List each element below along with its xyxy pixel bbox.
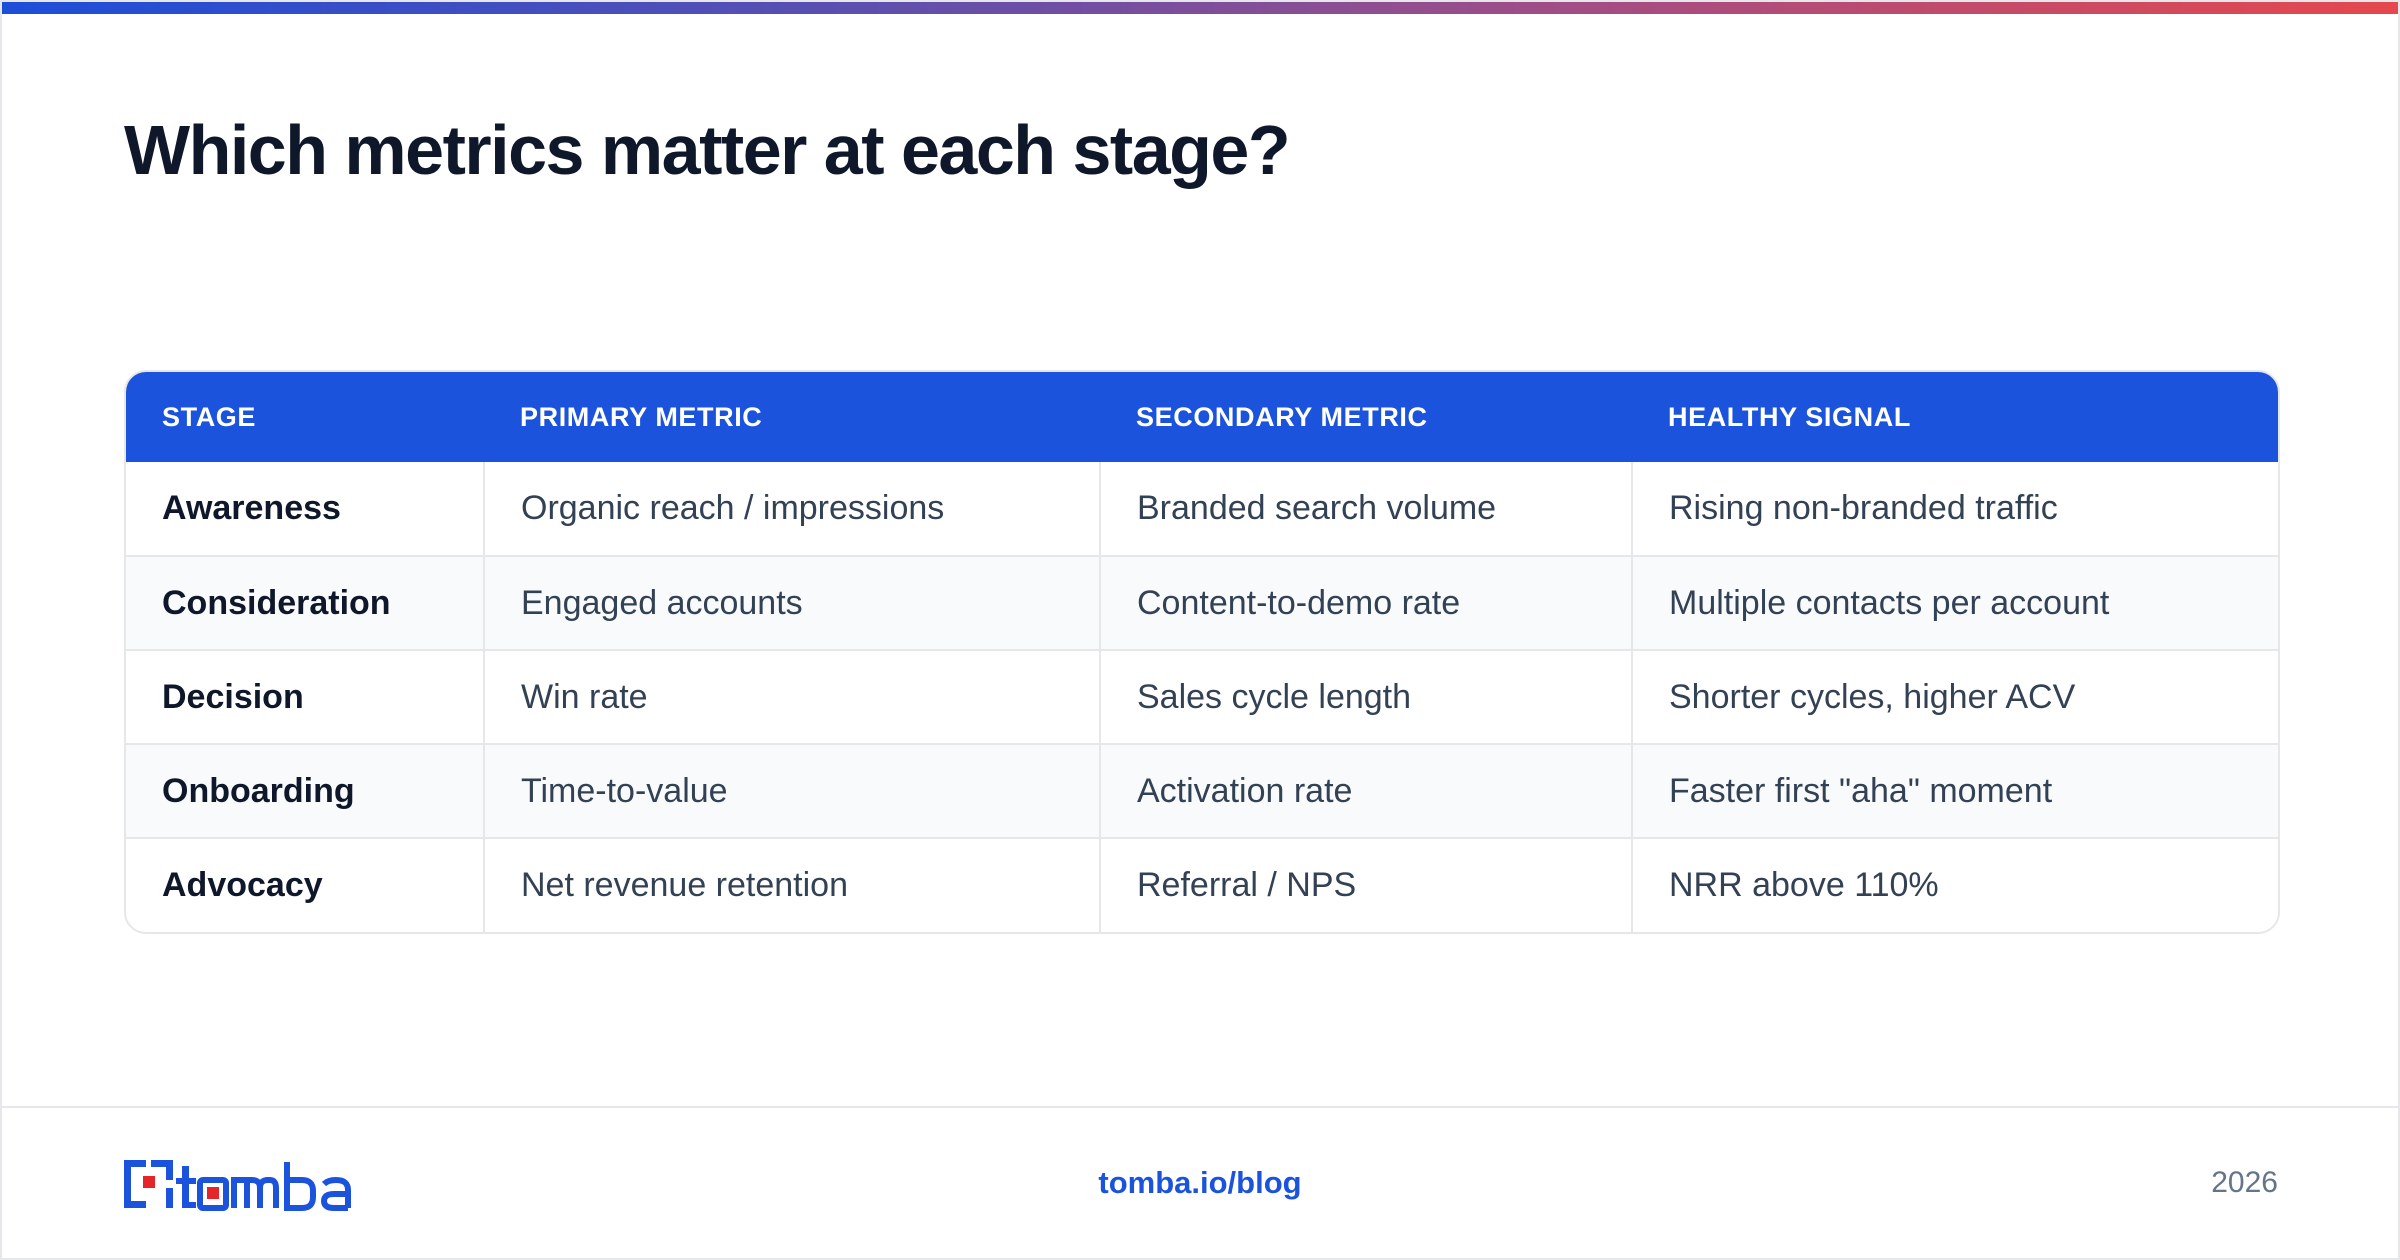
stage-cell: Advocacy bbox=[126, 837, 484, 932]
table-header-row: STAGE PRIMARY METRIC SECONDARY METRIC HE… bbox=[126, 372, 2278, 462]
healthy-signal-cell: NRR above 110% bbox=[1631, 837, 2278, 932]
table-row: Onboarding Time-to-value Activation rate… bbox=[126, 743, 2278, 838]
metrics-table: STAGE PRIMARY METRIC SECONDARY METRIC HE… bbox=[126, 372, 2278, 932]
secondary-metric-cell: Activation rate bbox=[1099, 743, 1632, 838]
metrics-table-container: STAGE PRIMARY METRIC SECONDARY METRIC HE… bbox=[124, 370, 2280, 934]
primary-metric-cell: Organic reach / impressions bbox=[483, 462, 1100, 556]
stage-cell: Onboarding bbox=[126, 743, 484, 838]
healthy-signal-cell: Multiple contacts per account bbox=[1631, 555, 2278, 650]
footer-divider bbox=[2, 1106, 2398, 1108]
primary-metric-cell: Net revenue retention bbox=[483, 837, 1100, 932]
stage-cell: Consideration bbox=[126, 555, 484, 650]
healthy-signal-cell: Rising non-branded traffic bbox=[1631, 462, 2278, 556]
gradient-accent-bar bbox=[2, 2, 2398, 14]
blog-link[interactable]: tomba.io/blog bbox=[2, 1165, 2398, 1201]
primary-metric-cell: Time-to-value bbox=[483, 743, 1100, 838]
table-row: Decision Win rate Sales cycle length Sho… bbox=[126, 649, 2278, 744]
page-title: Which metrics matter at each stage? bbox=[124, 111, 1291, 189]
stage-cell: Awareness bbox=[162, 489, 341, 527]
infographic-page: Which metrics matter at each stage? STAG… bbox=[0, 0, 2400, 1260]
primary-metric-cell: Win rate bbox=[483, 649, 1100, 744]
header-secondary-metric: SECONDARY METRIC bbox=[1136, 401, 1428, 432]
healthy-signal-cell: Faster first "aha" moment bbox=[1631, 743, 2278, 838]
header-stage: STAGE bbox=[162, 401, 257, 432]
stage-cell: Decision bbox=[126, 649, 484, 744]
table-body: Awareness Organic reach / impressions Br… bbox=[126, 462, 2278, 932]
primary-metric-cell: Engaged accounts bbox=[483, 555, 1100, 650]
secondary-metric-cell: Sales cycle length bbox=[1099, 649, 1632, 744]
table-row: Consideration Engaged accounts Content-t… bbox=[126, 555, 2278, 650]
header-healthy-signal: HEALTHY SIGNAL bbox=[1668, 401, 1911, 432]
table-row: Awareness Organic reach / impressions Br… bbox=[126, 462, 2278, 556]
secondary-metric-cell: Referral / NPS bbox=[1099, 837, 1632, 932]
header-primary-metric: PRIMARY METRIC bbox=[520, 401, 763, 432]
table-header: STAGE PRIMARY METRIC SECONDARY METRIC HE… bbox=[126, 372, 2278, 462]
table-row: Advocacy Net revenue retention Referral … bbox=[126, 837, 2278, 932]
secondary-metric-cell: Branded search volume bbox=[1099, 462, 1632, 556]
secondary-metric-cell: Content-to-demo rate bbox=[1099, 555, 1632, 650]
footer-year: 2026 bbox=[2211, 1166, 2278, 1199]
healthy-signal-cell: Shorter cycles, higher ACV bbox=[1631, 649, 2278, 744]
